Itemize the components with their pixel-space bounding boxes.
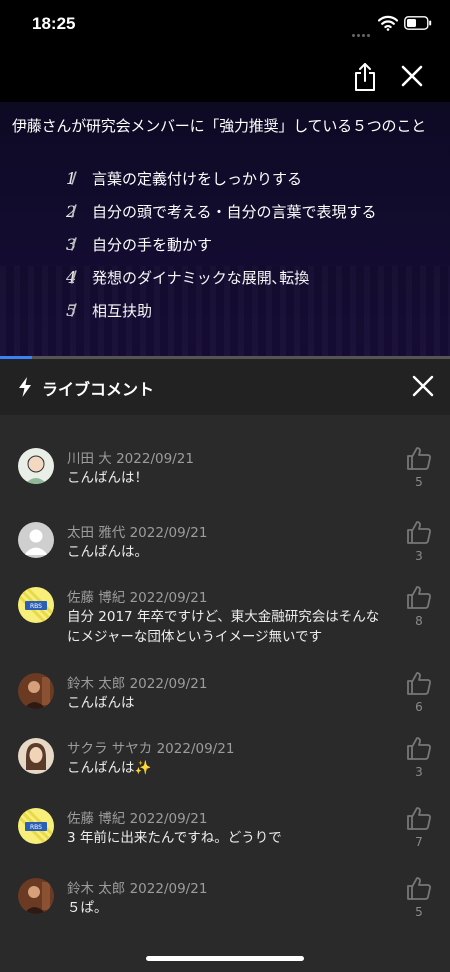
signal-icon — [352, 22, 374, 37]
slide-item: 4発想のダイナミックな展開､転換 — [66, 261, 377, 294]
comment-author: 鈴木 太郎 — [67, 881, 126, 897]
thumbs-up-icon[interactable] — [406, 670, 432, 696]
home-indicator[interactable] — [146, 956, 304, 961]
comment-date: 2022/09/21 — [116, 451, 194, 467]
comment-meta: 佐藤 博紀 2022/09/21 — [67, 586, 207, 606]
slide-item-text: 発想のダイナミックな展開､転換 — [92, 269, 310, 287]
thumbs-up-icon[interactable] — [406, 735, 432, 761]
player-top-bar — [0, 50, 450, 102]
avatar[interactable]: RBS — [18, 808, 54, 844]
comment-date: 2022/09/21 — [129, 676, 208, 692]
comment-meta: 鈴木 太郎 2022/09/21 — [67, 877, 207, 897]
slide-item-text: 自分の手を動かす — [92, 236, 213, 254]
slide-item-text: 相互扶助 — [92, 302, 153, 320]
comment-text: こんばんは！ — [67, 470, 148, 486]
comment-meta: 太田 雅代 2022/09/21 — [67, 521, 207, 541]
comment-date: 2022/09/21 — [129, 881, 208, 897]
slide-title: 伊藤さんが研究会メンバーに「強力推奨」している５つのこと — [12, 117, 426, 135]
lightning-icon — [19, 377, 31, 397]
slide-item-number: 2 — [66, 201, 92, 221]
comment-item: 太田 雅代 2022/09/21 こんばんは。 3 — [0, 489, 450, 563]
slide-item-number: 1 — [66, 168, 92, 188]
close-comments-icon[interactable] — [412, 375, 434, 397]
avatar[interactable] — [18, 673, 54, 709]
slide-item-number: 5 — [66, 300, 92, 320]
comment-meta: 川田 大 2022/09/21 — [67, 447, 194, 467]
svg-text:RBS: RBS — [30, 603, 42, 610]
comment-date: 2022/09/21 — [129, 811, 208, 827]
comment-author: 太田 雅代 — [67, 525, 126, 541]
avatar[interactable] — [18, 738, 54, 774]
comment-item: 鈴木 太郎 2022/09/21 ５ぱ。 5 — [0, 845, 450, 919]
status-time: 18:25 — [32, 14, 76, 33]
status-bar: 18:25 — [0, 0, 450, 50]
live-comment-header: ライブコメント — [0, 359, 450, 415]
thumbs-up-icon[interactable] — [406, 875, 432, 901]
slide-item-number: 4 — [66, 267, 92, 287]
thumbs-up-icon[interactable] — [406, 445, 432, 471]
comment-list[interactable]: 川田 大 2022/09/21 こんばんは！ 5 太田 雅代 2022/09/2… — [0, 415, 450, 935]
comment-author: 佐藤 博紀 — [67, 590, 126, 606]
video-player[interactable]: 伊藤さんが研究会メンバーに「強力推奨」している５つのこと 1言葉の定義付けをしっ… — [0, 102, 450, 356]
comment-item: 川田 大 2022/09/21 こんばんは！ 5 — [0, 415, 450, 489]
like-count: 8 — [415, 614, 423, 628]
comment-item: RBS 佐藤 博紀 2022/09/21 自分 2017 年卒ですけど、東大金融… — [0, 554, 450, 645]
avatar[interactable] — [18, 878, 54, 914]
comment-meta: 佐藤 博紀 2022/09/21 — [67, 807, 207, 827]
comment-item: RBS 佐藤 博紀 2022/09/21 3 年前に出来たんですね。どうりで 7 — [0, 775, 450, 849]
like-count: 5 — [415, 905, 423, 919]
slide-item-text: 言葉の定義付けをしっかりする — [92, 170, 303, 188]
comment-date: 2022/09/21 — [129, 525, 208, 541]
comment-meta: 鈴木 太郎 2022/09/21 — [67, 672, 207, 692]
comment-text: ５ぱ。 — [67, 900, 108, 916]
wifi-icon — [378, 15, 398, 31]
comment-author: 佐藤 博紀 — [67, 811, 126, 827]
live-comment-title: ライブコメント — [42, 380, 155, 399]
comment-date: 2022/09/21 — [129, 590, 208, 606]
slide-item: 2自分の頭で考える・自分の言葉で表現する — [66, 195, 377, 228]
svg-text:RBS: RBS — [30, 824, 42, 831]
avatar[interactable] — [18, 522, 54, 558]
slide-item: 1言葉の定義付けをしっかりする — [66, 162, 377, 195]
slide-item-number: 3 — [66, 234, 92, 254]
slide-item-text: 自分の頭で考える・自分の言葉で表現する — [92, 203, 377, 221]
bottom-safe-area — [0, 935, 450, 972]
battery-icon — [404, 16, 432, 30]
close-player-icon[interactable] — [400, 64, 424, 88]
comment-item: 鈴木 太郎 2022/09/21 こんばんは 6 — [0, 640, 450, 714]
slide-list: 1言葉の定義付けをしっかりする 2自分の頭で考える・自分の言葉で表現する 3自分… — [66, 162, 377, 327]
comment-meta: サクラ サヤカ 2022/09/21 — [67, 737, 234, 757]
like-count: 5 — [415, 475, 423, 489]
comment-item: サクラ サヤカ 2022/09/21 こんばんは✨ 3 — [0, 705, 450, 779]
slide-item: 3自分の手を動かす — [66, 228, 377, 261]
comment-date: 2022/09/21 — [156, 741, 235, 757]
comment-author: サクラ サヤカ — [67, 741, 153, 757]
thumbs-up-icon[interactable] — [406, 805, 432, 831]
thumbs-up-icon[interactable] — [406, 584, 432, 610]
avatar[interactable]: RBS — [18, 587, 54, 623]
comment-author: 川田 大 — [67, 451, 112, 467]
share-icon[interactable] — [352, 62, 378, 92]
comment-author: 鈴木 太郎 — [67, 676, 126, 692]
slide-item: 5相互扶助 — [66, 294, 377, 327]
thumbs-up-icon[interactable] — [406, 519, 432, 545]
avatar[interactable] — [18, 448, 54, 484]
